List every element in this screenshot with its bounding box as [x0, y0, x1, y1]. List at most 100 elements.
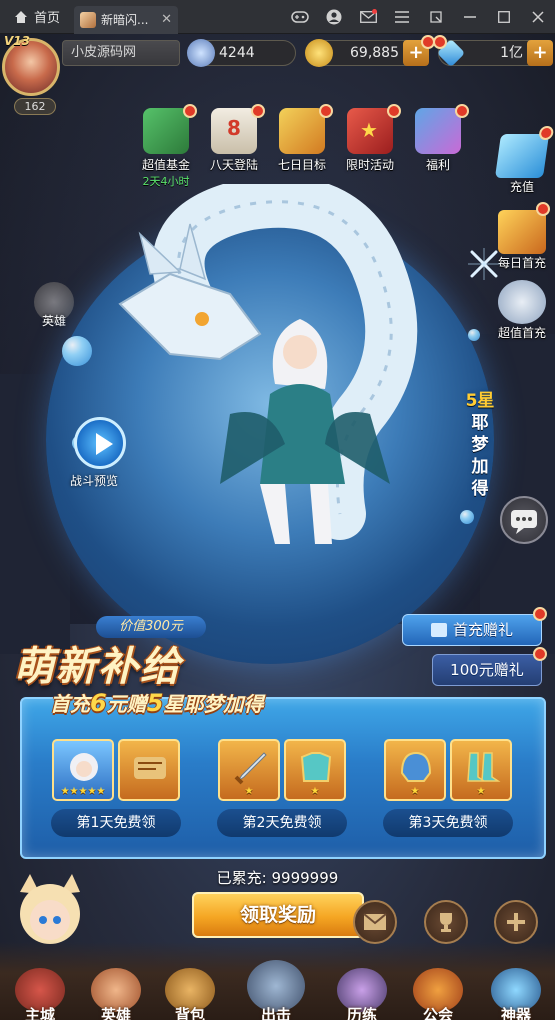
claim-reward-button[interactable]: 领取奖励 [192, 892, 364, 938]
event-label: 超值基金 [141, 158, 190, 172]
nav-main-city[interactable]: 主城 [8, 968, 72, 1020]
helmet-item[interactable]: ★ [384, 739, 446, 801]
star-rating-icon: ★ [310, 786, 320, 797]
limited-alert-dot [387, 104, 401, 118]
popup-close-icon[interactable] [466, 246, 502, 282]
boots-item[interactable]: ★ [450, 739, 512, 801]
hundred-gift-alert-dot [533, 647, 547, 661]
gold-display: 69,885 + [305, 35, 435, 67]
first-charge-gift-button[interactable]: 首充赠礼 [402, 607, 547, 646]
minimize-icon[interactable] [453, 0, 487, 34]
nav-bag[interactable]: 背包 [158, 968, 222, 1020]
nav-artifact[interactable]: 神器 [484, 968, 548, 1020]
home-tab-label: 首页 [34, 11, 61, 26]
subtitle-star: 5 [146, 689, 164, 717]
crystal-icon [494, 126, 555, 178]
nav-label: 公会 [422, 1006, 453, 1020]
home-icon [15, 10, 27, 23]
event-limited[interactable]: ★ 限时活动 [340, 104, 401, 173]
fund-alert-dot [183, 104, 197, 118]
recharge-alert-dot [538, 126, 555, 140]
hundred-yuan-gift-label: 100元赠礼 [450, 661, 524, 679]
dagger-item[interactable]: ★ [218, 739, 280, 801]
star-rating-icon: ★★★★★ [60, 786, 106, 797]
hero-shortcut-left[interactable]: 英雄 [30, 282, 78, 329]
event-label: 七日目标 [277, 158, 326, 172]
hero-name-char: 梦 [471, 435, 489, 455]
menu-icon[interactable] [385, 0, 419, 34]
nav-battle[interactable]: 出击 [244, 960, 308, 1020]
star-rating-icon: ★ [476, 786, 486, 797]
nav-training[interactable]: 历练 [330, 968, 394, 1020]
fund-chest-icon [143, 104, 197, 154]
nav-label: 历练 [346, 1006, 377, 1020]
dagger-icon [234, 752, 267, 785]
mail-round-button[interactable] [353, 900, 397, 944]
hero-portrait-icon [70, 753, 98, 781]
hundred-yuan-gift-button[interactable]: 100元赠礼 [432, 647, 547, 686]
close-icon[interactable] [521, 0, 555, 34]
tab-close-icon[interactable]: ✕ [161, 12, 172, 27]
game-viewport: V13 162 小皮源码网 4244 69,885 + 1亿 + 超值基金 2天… [0, 34, 555, 1020]
calendar-icon: 8 [211, 104, 265, 154]
emulator-titlebar: 首页 新暗闪... ✕ [0, 0, 555, 34]
battle-preview-button[interactable] [74, 417, 126, 469]
bubble-decoration [62, 336, 92, 366]
event-label: 八天登陆 [209, 158, 258, 172]
mail-notification-dot [372, 8, 377, 14]
popup-subtitle: 首充6元赠5星耶梦加得 [50, 688, 263, 717]
rank-round-button[interactable] [424, 900, 468, 944]
game-tab[interactable]: 新暗闪... ✕ [74, 5, 179, 34]
day-2-label: 第2天免费领 [217, 809, 347, 837]
event-welfare[interactable]: 福利 [408, 104, 469, 173]
event-fund[interactable]: 超值基金 2天4小时 [136, 104, 197, 189]
user-icon[interactable] [317, 0, 351, 34]
event-login[interactable]: 8 八天登陆 [204, 104, 265, 173]
event-goals[interactable]: 七日目标 [272, 104, 333, 173]
day-1-rewards: ★★★★★ 第1天免费领 [46, 739, 186, 837]
restore-icon[interactable] [419, 0, 453, 34]
welfare-alert-dot [455, 104, 469, 118]
power-icon [187, 39, 215, 67]
gamepad-icon[interactable] [283, 0, 317, 34]
recharge-button[interactable]: 充值 [489, 126, 555, 195]
nav-guild[interactable]: 公会 [406, 968, 470, 1020]
bubble-decoration [460, 510, 474, 524]
scroll-icon [134, 757, 166, 779]
home-tab[interactable]: 首页 [0, 0, 74, 34]
gold-value: 69,885 [350, 45, 399, 61]
maximize-icon[interactable] [487, 0, 521, 34]
player-name: 小皮源码网 [62, 40, 180, 66]
expand-round-button[interactable] [494, 900, 538, 944]
hero-portrait-item[interactable]: ★★★★★ [52, 739, 114, 801]
value-first-charge-button[interactable]: 超值首充 [489, 280, 555, 341]
plus-icon [507, 913, 525, 931]
day-1-label: 第1天免费领 [51, 809, 181, 837]
chat-button[interactable] [500, 496, 548, 544]
gift-icon [430, 623, 447, 637]
nav-heroes[interactable]: 英雄 [84, 968, 148, 1020]
nav-label: 英雄 [100, 1006, 131, 1020]
armor-icon [300, 752, 332, 782]
armor-item[interactable]: ★ [284, 739, 346, 801]
boots-icon [467, 752, 501, 782]
battle-preview-label: 战斗预览 [70, 474, 119, 488]
scroll-item[interactable] [118, 739, 180, 801]
mail-icon[interactable] [351, 0, 385, 34]
star-banner-icon: ★ [347, 104, 401, 154]
power-value: 4244 [219, 45, 255, 61]
subtitle-part: 元赠 [106, 692, 147, 716]
subtitle-part: 首充 [50, 692, 90, 716]
star-rating-icon: ★ [410, 786, 420, 797]
day-3-rewards: ★ ★ 第3天免费领 [378, 739, 518, 837]
add-diamond-button[interactable]: + [527, 40, 553, 66]
nav-label: 神器 [500, 1006, 531, 1020]
event-label: 限时活动 [345, 158, 394, 172]
power-display: 4244 [187, 39, 296, 67]
day-2-rewards: ★ ★ 第2天免费领 [212, 739, 352, 837]
hero-name-char: 耶 [471, 413, 489, 433]
nav-label: 主城 [24, 1006, 55, 1020]
subtitle-amount: 6 [90, 689, 107, 717]
first-charge-gift-label: 首充赠礼 [452, 621, 513, 639]
game-favicon-icon [80, 11, 97, 28]
